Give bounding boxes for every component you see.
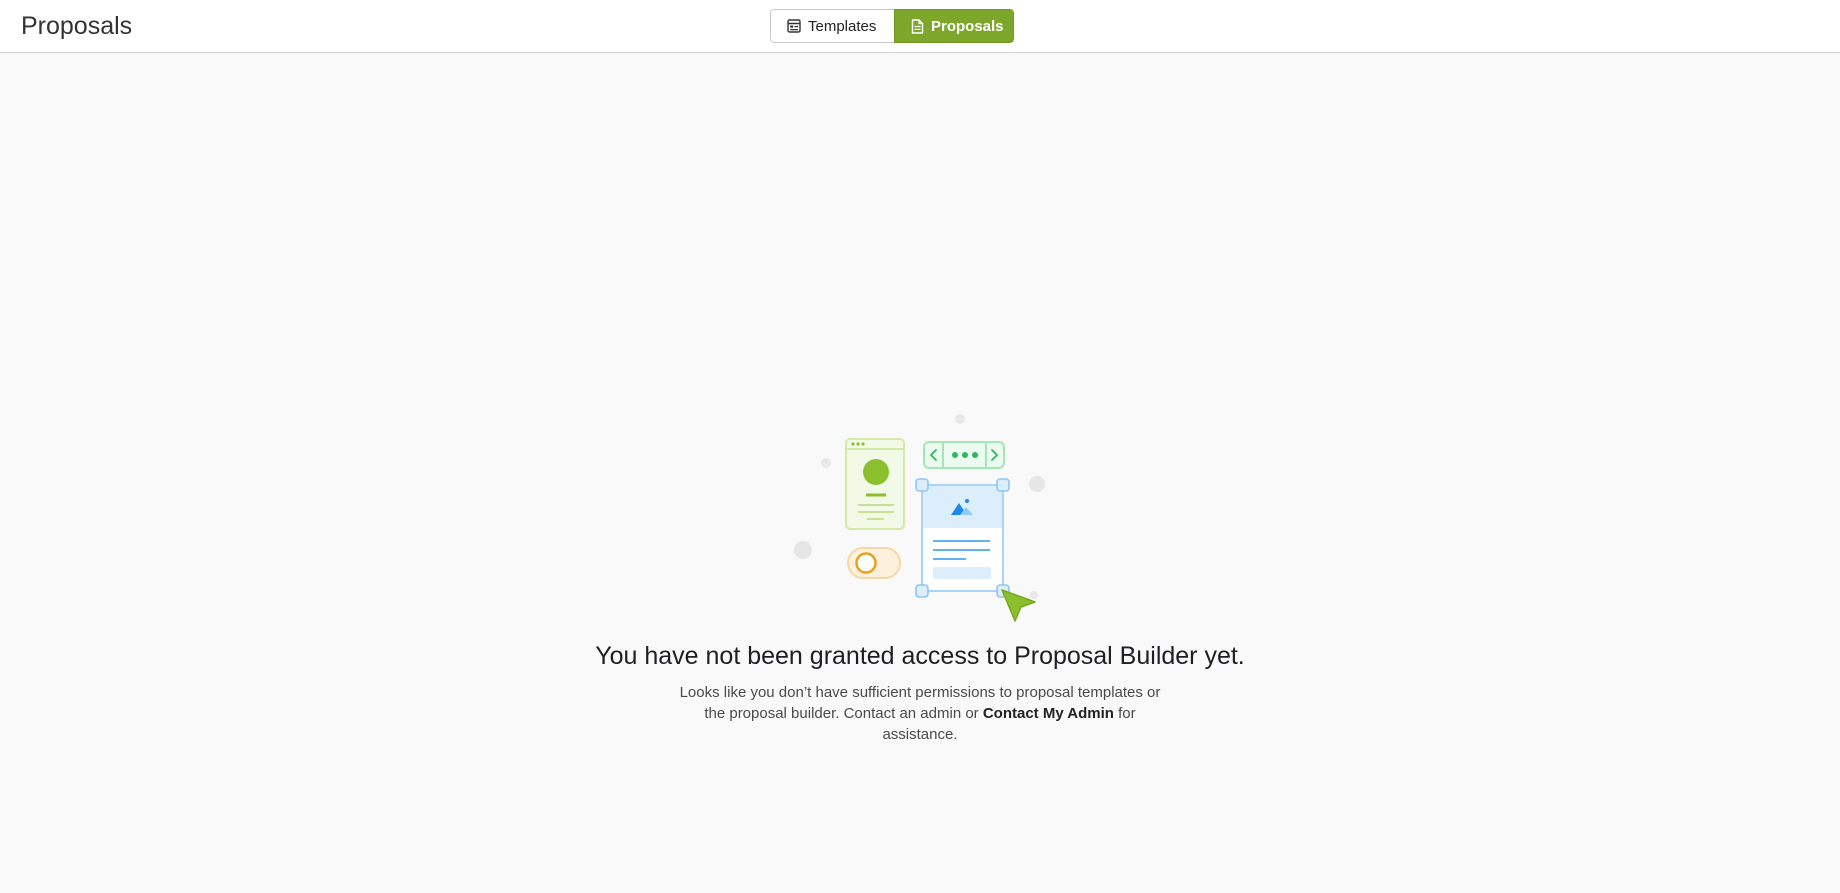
top-header: Proposals Templates Proposals	[0, 0, 1840, 53]
page-title: Proposals	[21, 12, 133, 40]
decor-dot-5	[1030, 591, 1038, 599]
decor-dot-1	[955, 414, 965, 424]
document-block-icon	[915, 478, 1010, 598]
empty-state-description: Looks like you don’t have sufficient per…	[670, 682, 1170, 745]
document-icon	[911, 18, 924, 34]
decor-dot-4	[794, 541, 812, 559]
view-toggle: Templates Proposals	[770, 9, 1014, 43]
tab-templates-label: Templates	[808, 17, 877, 35]
carousel-nav-icon	[923, 441, 1005, 469]
tab-proposals[interactable]: Proposals	[894, 9, 1014, 43]
profile-card-icon	[845, 438, 905, 530]
toggle-icon	[847, 547, 901, 579]
template-icon	[787, 19, 801, 33]
decor-dot-2	[821, 458, 831, 468]
contact-admin-link[interactable]: Contact My Admin	[983, 705, 1114, 722]
tab-templates[interactable]: Templates	[770, 9, 894, 43]
empty-state-headline: You have not been granted access to Prop…	[595, 642, 1245, 670]
tab-proposals-label: Proposals	[931, 17, 1004, 35]
empty-state: You have not been granted access to Prop…	[0, 54, 1840, 893]
proposal-builder-illustration	[794, 414, 1045, 622]
decor-dot-3	[1029, 476, 1045, 492]
